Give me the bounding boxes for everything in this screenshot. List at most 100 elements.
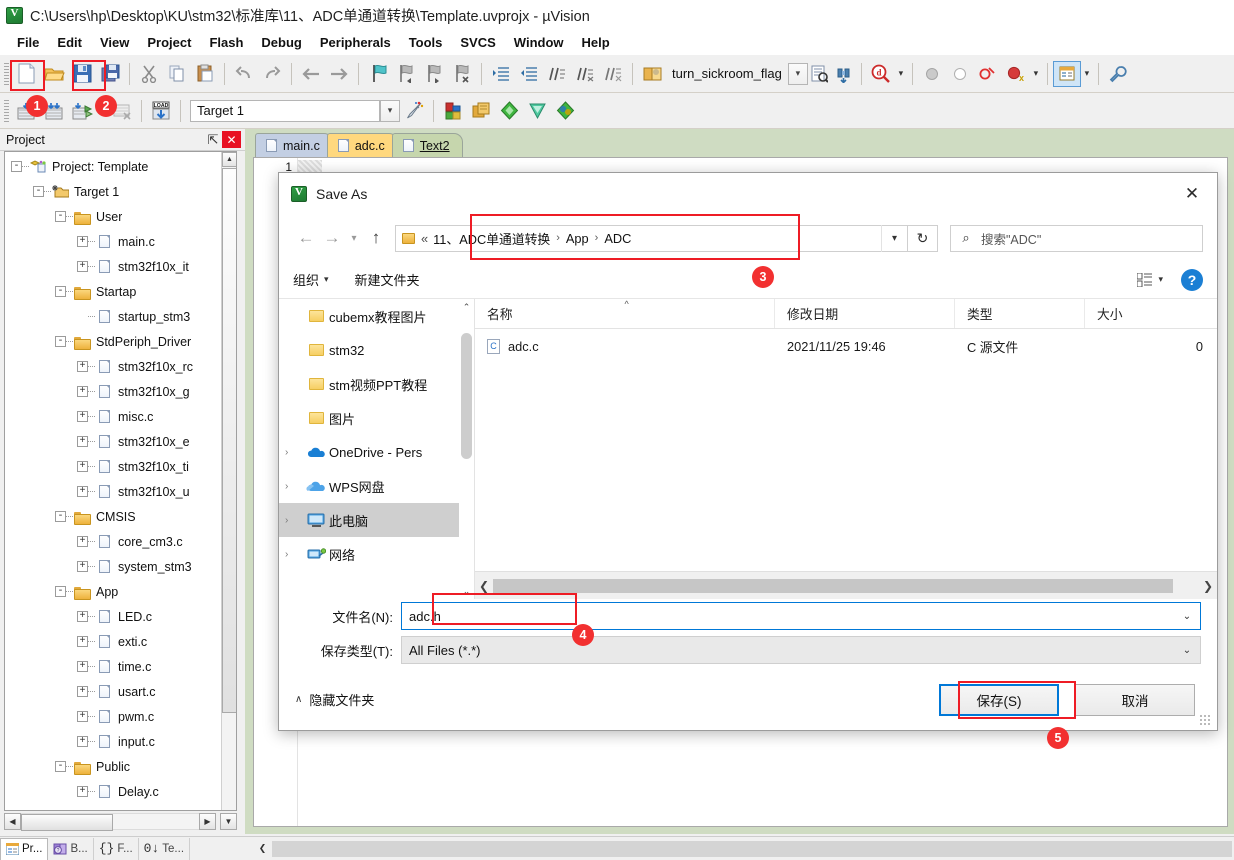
menu-item-file[interactable]: File <box>8 32 48 53</box>
bookmark-next-button[interactable] <box>420 60 448 88</box>
breakpoint-dropdown-button[interactable]: ▾ <box>1030 62 1042 86</box>
bookmark-prev-button[interactable] <box>392 60 420 88</box>
tree-item[interactable]: + system_stm3 <box>5 554 221 579</box>
expand-icon[interactable]: + <box>77 536 88 547</box>
tree-item[interactable]: - Target 1 <box>5 179 221 204</box>
uncomment-button[interactable] <box>571 60 599 88</box>
menu-item-help[interactable]: Help <box>573 32 619 53</box>
grey-dot-icon[interactable] <box>918 60 946 88</box>
window-panel-icon[interactable] <box>1052 60 1081 87</box>
save-all-button[interactable] <box>96 60 124 88</box>
bookmark-toggle-button[interactable] <box>364 60 392 88</box>
editor-tab-adcc[interactable]: adc.c <box>326 133 398 157</box>
save-button[interactable] <box>68 60 96 88</box>
expand-icon[interactable]: + <box>77 461 88 472</box>
forward-button[interactable]: → <box>319 225 345 251</box>
hollow-dot-icon[interactable] <box>946 60 974 88</box>
menu-item-edit[interactable]: Edit <box>48 32 91 53</box>
navigate-forward-button[interactable] <box>325 60 353 88</box>
menu-item-peripherals[interactable]: Peripherals <box>311 32 400 53</box>
binoculars-icon[interactable] <box>832 60 856 88</box>
expand-icon[interactable]: + <box>77 611 88 622</box>
green-diamond-icon[interactable] <box>495 97 523 125</box>
chevron-right-icon[interactable]: › <box>285 447 303 458</box>
sidenav-wps[interactable]: › WPS网盘 <box>279 469 474 503</box>
expand-icon[interactable]: + <box>77 261 88 272</box>
collapse-icon[interactable]: - <box>11 161 22 172</box>
file-list-hscrollbar[interactable]: ❮ ❯ <box>475 571 1217 599</box>
navigate-back-button[interactable] <box>297 60 325 88</box>
expand-icon[interactable]: + <box>77 561 88 572</box>
uncomment-alt-button[interactable] <box>599 60 627 88</box>
breadcrumb-overflow[interactable]: « <box>421 231 433 246</box>
scroll-thumb[interactable] <box>222 168 236 713</box>
target-dropdown-button[interactable]: ▾ <box>380 99 400 122</box>
chevron-down-icon[interactable]: ▾ <box>881 224 907 252</box>
flag-dropdown-button[interactable]: ▾ <box>787 62 808 85</box>
tree-item[interactable]: + main.c <box>5 229 221 254</box>
comment-button[interactable] <box>543 60 571 88</box>
toolbar-grip[interactable] <box>4 62 9 85</box>
hscroll-track[interactable] <box>21 813 199 831</box>
filename-input[interactable]: adc.h ⌄ <box>401 602 1201 630</box>
expand-icon[interactable]: + <box>77 711 88 722</box>
scroll-left-icon[interactable]: ❮ <box>255 841 270 856</box>
menu-item-project[interactable]: Project <box>138 32 200 53</box>
menu-item-svcs[interactable]: SVCS <box>451 32 504 53</box>
tree-item[interactable]: - CMSIS <box>5 504 221 529</box>
refresh-icon[interactable]: ↻ <box>908 224 938 252</box>
indent-button[interactable] <box>487 60 515 88</box>
tab-project[interactable]: Pr... <box>0 837 49 860</box>
pack-manager-icon[interactable] <box>551 97 579 125</box>
column-header-name[interactable]: ^ 名称 <box>475 299 775 328</box>
expand-icon[interactable]: + <box>77 411 88 422</box>
tab-books[interactable]: ? B... <box>48 837 94 860</box>
tree-item[interactable]: + LED.c <box>5 604 221 629</box>
tree-item[interactable]: - Project: Template <box>5 154 221 179</box>
book-open-icon[interactable] <box>638 60 666 88</box>
sidenav-scrollbar[interactable]: ⌃ ⌄ <box>459 299 474 599</box>
tree-item[interactable]: - Startap <box>5 279 221 304</box>
organize-button[interactable]: 组织 ▾ <box>293 270 329 289</box>
load-download-icon[interactable]: LOAD <box>147 97 175 125</box>
expand-icon[interactable]: + <box>77 361 88 372</box>
scroll-up-icon[interactable]: ▲ <box>222 152 236 167</box>
tree-item[interactable]: + stm32f10x_u <box>5 479 221 504</box>
breadcrumb-item-1[interactable]: App <box>566 231 589 246</box>
teal-diamond-icon[interactable] <box>523 97 551 125</box>
hscroll-thumb[interactable] <box>493 578 1173 593</box>
scroll-thumb[interactable] <box>461 333 472 459</box>
breadcrumb-item-0[interactable]: 11、ADC单通道转换 <box>433 229 550 248</box>
multi-project-icon[interactable] <box>467 97 495 125</box>
magic-wand-icon[interactable] <box>400 97 428 125</box>
scroll-left-icon[interactable]: ❮ <box>475 579 493 593</box>
expand-icon[interactable]: + <box>77 686 88 697</box>
table-row[interactable]: C adc.c 2021/11/25 19:46 C 源文件 0 <box>475 329 1217 363</box>
tree-item[interactable]: - User <box>5 204 221 229</box>
editor-tab-mainc[interactable]: main.c <box>255 133 333 157</box>
new-folder-button[interactable]: 新建文件夹 <box>355 270 420 289</box>
scroll-up-icon[interactable]: ⌃ <box>459 299 474 315</box>
scroll-left-icon[interactable]: ◀ <box>4 813 21 830</box>
tree-item[interactable]: + stm32f10x_rc <box>5 354 221 379</box>
sidenav-cubemx[interactable]: cubemx教程图片 <box>279 299 474 333</box>
tree-item[interactable]: - Public <box>5 754 221 779</box>
redo-button[interactable] <box>258 60 286 88</box>
new-file-button[interactable] <box>12 60 40 88</box>
hscroll-thumb[interactable] <box>21 814 113 831</box>
expand-icon[interactable]: + <box>77 486 88 497</box>
red-ring-icon[interactable] <box>974 60 1002 88</box>
bookmark-clear-button[interactable] <box>448 60 476 88</box>
sidenav-onedrive[interactable]: › OneDrive - Pers <box>279 435 474 469</box>
project-tree-hscrollbar[interactable]: ◀ ▶ ▼ <box>4 812 237 831</box>
undo-button[interactable] <box>230 60 258 88</box>
hscroll-track[interactable] <box>493 578 1199 593</box>
view-options-button[interactable]: ▾ <box>1137 272 1163 287</box>
expand-icon[interactable]: + <box>77 636 88 647</box>
up-button[interactable]: ↑ <box>363 225 389 251</box>
hide-folders-toggle[interactable]: ∧ 隐藏文件夹 <box>279 690 374 709</box>
menu-item-view[interactable]: View <box>91 32 138 53</box>
debug-query-dropdown-button[interactable]: ▾ <box>895 62 907 86</box>
magnifier-q-icon[interactable]: d <box>867 60 895 88</box>
outdent-button[interactable] <box>515 60 543 88</box>
